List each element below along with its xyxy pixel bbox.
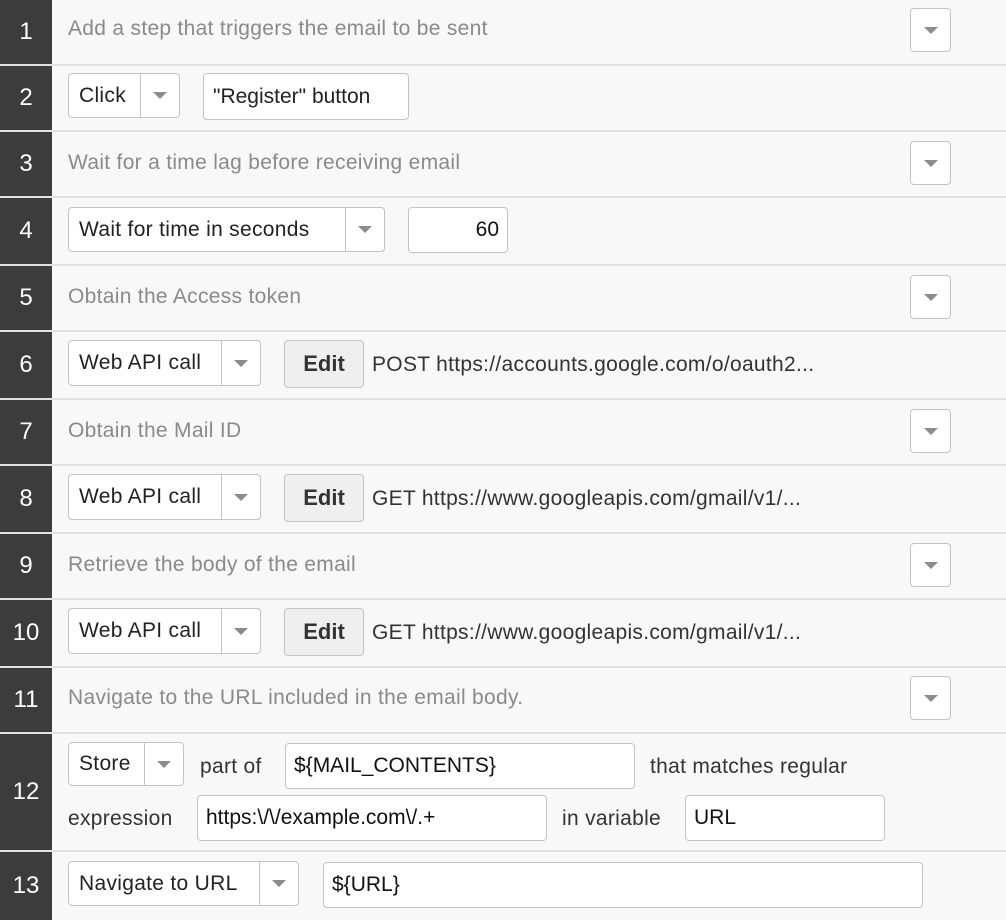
command-label: Click	[79, 83, 126, 107]
url-input[interactable]: ${URL}	[323, 862, 923, 908]
step-number: 1	[0, 0, 52, 64]
command-select[interactable]: Web API call	[68, 608, 261, 654]
seconds-input[interactable]: 60	[408, 207, 508, 253]
step-number: 7	[0, 400, 52, 464]
command-label: Web API call	[79, 619, 202, 642]
step-comment[interactable]: Retrieve the body of the email	[68, 553, 356, 577]
step-row: 11 Navigate to the URL included in the e…	[0, 668, 1006, 734]
command-select[interactable]: Navigate to URL	[68, 861, 299, 906]
step-comment[interactable]: Add a step that triggers the email to be…	[68, 17, 488, 41]
step-row: 13 Navigate to URL ${URL}	[0, 852, 1006, 920]
chevron-down-icon	[234, 493, 248, 501]
chevron-down-icon	[358, 226, 372, 233]
step-comment[interactable]: Navigate to the URL included in the emai…	[68, 686, 523, 710]
step-row: 12 Store part of ${MAIL_CONTENTS} that m…	[0, 734, 1006, 852]
step-menu-button[interactable]	[910, 409, 951, 453]
chevron-down-icon	[923, 293, 938, 301]
command-select[interactable]: Web API call	[68, 474, 261, 520]
matches-label: that matches regular	[650, 755, 848, 778]
part-of-label: part of	[200, 755, 262, 778]
chevron-down-icon	[157, 760, 171, 768]
step-row: 1 Add a step that triggers the email to …	[0, 0, 1006, 66]
step-comment[interactable]: Obtain the Access token	[68, 285, 301, 309]
step-number: 9	[0, 534, 52, 598]
step-row: 3 Wait for a time lag before receiving e…	[0, 132, 1006, 198]
chevron-down-icon	[234, 359, 248, 367]
chevron-down-icon	[923, 159, 938, 167]
regex-input[interactable]: https:\/\/example.com\/.+	[197, 795, 547, 841]
edit-button[interactable]: Edit	[284, 474, 364, 522]
variable-input[interactable]: URL	[685, 795, 885, 841]
step-row: 8 Web API call Edit GET https://www.goog…	[0, 466, 1006, 534]
step-number: 10	[0, 600, 52, 666]
command-label: Web API call	[79, 351, 202, 374]
command-select[interactable]: Store	[68, 742, 184, 786]
command-label: Wait for time in seconds	[79, 217, 310, 241]
step-number: 5	[0, 266, 52, 330]
command-label: Navigate to URL	[79, 871, 238, 895]
step-row: 7 Obtain the Mail ID	[0, 400, 1006, 466]
chevron-down-icon	[923, 561, 938, 569]
in-variable-label: in variable	[562, 807, 662, 830]
chevron-down-icon	[923, 694, 938, 702]
request-summary: POST https://accounts.google.com/o/oauth…	[372, 353, 815, 376]
step-menu-button[interactable]	[910, 676, 951, 720]
chevron-down-icon	[234, 627, 248, 635]
step-row: 4 Wait for time in seconds 60	[0, 198, 1006, 266]
source-input[interactable]: ${MAIL_CONTENTS}	[285, 743, 635, 789]
step-row: 6 Web API call Edit POST https://account…	[0, 332, 1006, 400]
command-select[interactable]: Web API call	[68, 340, 261, 386]
step-number: 11	[0, 668, 52, 732]
step-menu-button[interactable]	[910, 275, 951, 319]
step-row: 10 Web API call Edit GET https://www.goo…	[0, 600, 1006, 668]
step-number: 12	[0, 734, 52, 850]
command-select[interactable]: Click	[68, 73, 180, 118]
chevron-down-icon	[272, 880, 286, 887]
chevron-down-icon	[923, 26, 938, 34]
step-number: 3	[0, 132, 52, 196]
step-comment[interactable]: Obtain the Mail ID	[68, 419, 241, 443]
command-select[interactable]: Wait for time in seconds	[68, 207, 385, 252]
chevron-down-icon	[923, 427, 938, 435]
command-label: Web API call	[79, 485, 202, 508]
target-element-selector[interactable]: "Register" button	[203, 73, 409, 120]
step-number: 13	[0, 852, 52, 920]
edit-button[interactable]: Edit	[284, 608, 364, 656]
step-number: 4	[0, 198, 52, 264]
step-menu-button[interactable]	[910, 141, 951, 185]
edit-button[interactable]: Edit	[284, 340, 364, 388]
step-row: 9 Retrieve the body of the email	[0, 534, 1006, 600]
expression-label: expression	[68, 807, 173, 830]
step-number: 6	[0, 332, 52, 398]
request-summary: GET https://www.googleapis.com/gmail/v1/…	[372, 487, 802, 510]
chevron-down-icon	[153, 92, 167, 99]
command-label: Store	[79, 752, 131, 775]
step-comment[interactable]: Wait for a time lag before receiving ema…	[68, 151, 460, 175]
step-row: 2 Click "Register" button	[0, 66, 1006, 132]
request-summary: GET https://www.googleapis.com/gmail/v1/…	[372, 621, 802, 644]
step-row: 5 Obtain the Access token	[0, 266, 1006, 332]
step-number: 8	[0, 466, 52, 532]
step-menu-button[interactable]	[910, 543, 951, 587]
step-menu-button[interactable]	[910, 8, 951, 52]
step-number: 2	[0, 66, 52, 130]
